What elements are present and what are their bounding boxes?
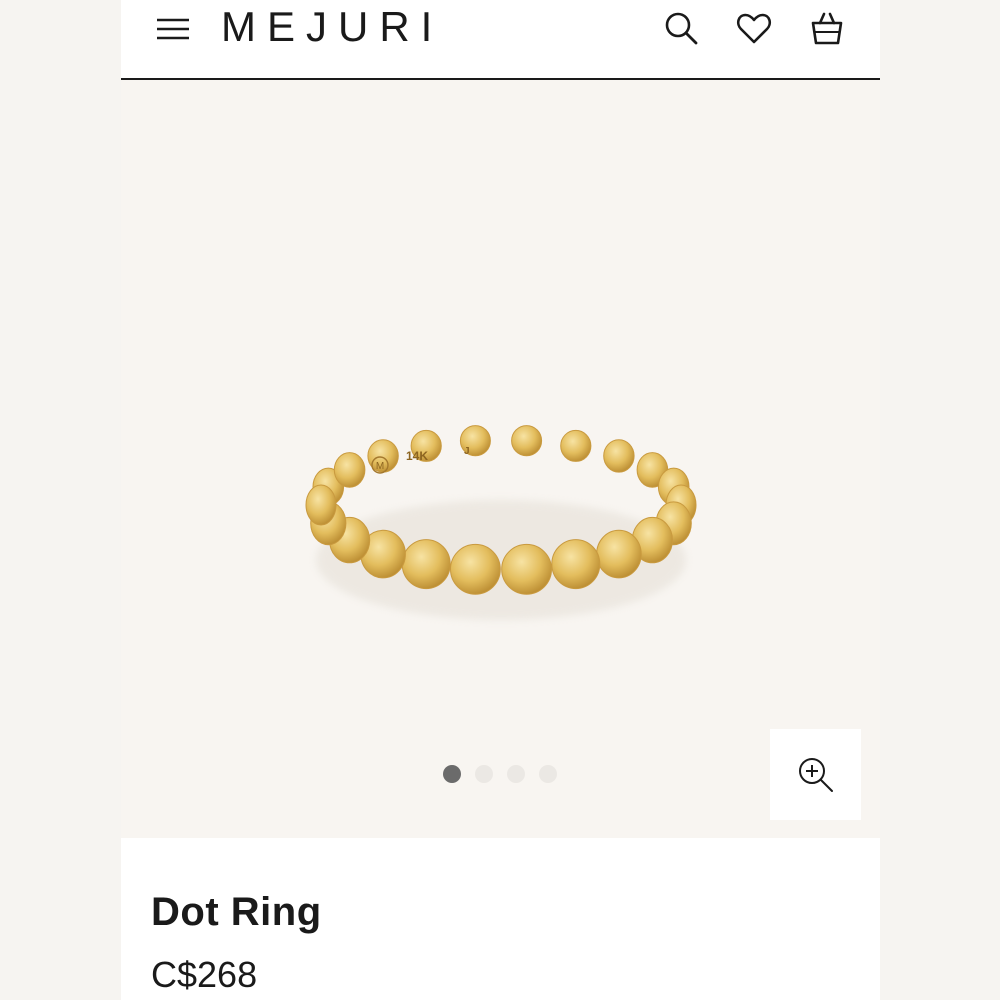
product-image-gallery[interactable]: M 14K J: [121, 80, 880, 838]
page: MEJURI M 14K J Dot Ring C$268: [121, 0, 880, 1000]
carousel-dots: [443, 765, 557, 783]
zoom-button[interactable]: [770, 729, 861, 820]
carousel-dot[interactable]: [507, 765, 525, 783]
menu-icon[interactable]: [155, 12, 191, 46]
search-icon[interactable]: [663, 10, 699, 46]
product-info: Dot Ring C$268: [121, 838, 880, 1000]
carousel-dot[interactable]: [443, 765, 461, 783]
product-price: C$268: [151, 954, 258, 995]
brand-logo[interactable]: MEJURI: [221, 2, 443, 52]
product-title: Dot Ring: [151, 890, 322, 934]
carousel-dot[interactable]: [539, 765, 557, 783]
svg-text:J: J: [464, 446, 470, 457]
bag-icon[interactable]: [809, 10, 845, 46]
svg-text:14K: 14K: [406, 449, 428, 463]
heart-icon[interactable]: [736, 10, 772, 46]
carousel-dot[interactable]: [475, 765, 493, 783]
svg-text:M: M: [376, 461, 384, 472]
dot-ring-image: M 14K J: [305, 425, 697, 620]
zoom-in-icon: [799, 758, 833, 792]
site-header: MEJURI: [121, 0, 880, 80]
